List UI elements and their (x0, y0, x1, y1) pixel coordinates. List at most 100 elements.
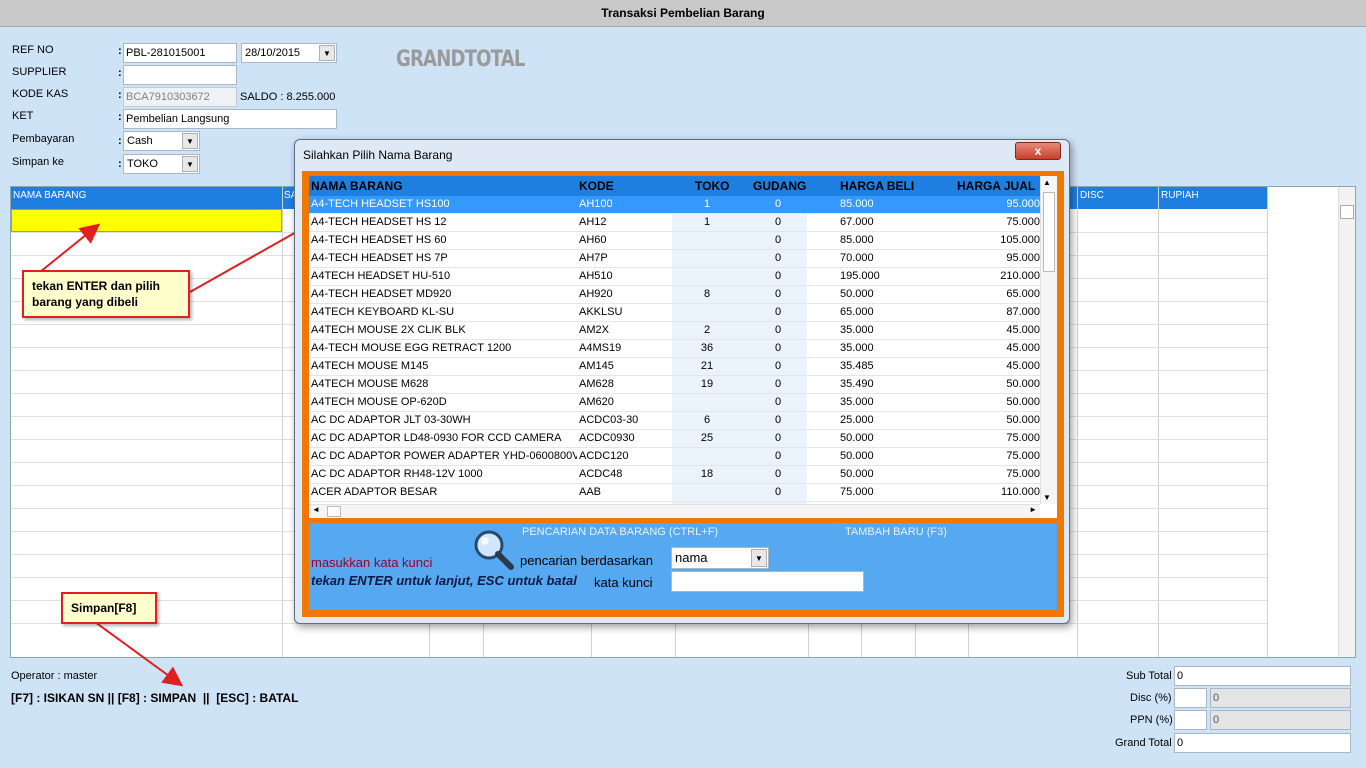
table-row[interactable]: AC DC ADAPTOR POWER ADAPTER YHD-0600800V… (309, 448, 1040, 466)
barang-table[interactable]: NAMA BARANG KODE TOKO GUDANG HARGA BELI … (309, 176, 1057, 518)
cell-nama: A4-TECH HEADSET HS 60 (311, 234, 447, 246)
cell-toko: 19 (700, 378, 714, 390)
operator-text: Operator : master (11, 670, 98, 682)
cell-gudang: 0 (774, 396, 782, 408)
cell-beli: 65.000 (840, 306, 874, 318)
table-row[interactable]: ACER ADAPTOR BESAR AAB 0 75.000 110.000 (309, 484, 1040, 502)
chevron-down-icon[interactable]: ▼ (751, 549, 767, 567)
cell-gudang: 0 (774, 234, 782, 246)
cell-kode: AAB (579, 486, 602, 498)
grand-total-field[interactable]: 0 (1174, 733, 1351, 753)
cell-jual: 50.000 (1006, 396, 1040, 408)
table-row[interactable]: A4TECH KEYBOARD KL-SU AKKLSU 0 65.000 87.000 (309, 304, 1040, 322)
table-vscroll[interactable]: ▲ ▼ (1040, 176, 1057, 504)
search-hint: masukkan kata kunci (311, 555, 433, 570)
cell-kode: AH60 (579, 234, 607, 246)
cell-kode: AH7P (579, 252, 608, 264)
cell-beli: 50.000 (840, 432, 874, 444)
cell-kode: AH100 (579, 198, 613, 210)
cell-gudang: 0 (774, 450, 782, 462)
cell-nama: A4TECH MOUSE OP-620D (311, 396, 447, 408)
cell-nama: A4TECH HEADSET HU-510 (311, 270, 451, 282)
search-by-label: pencarian berdasarkan (520, 553, 653, 568)
search-hint-2: tekan ENTER untuk lanjut, ESC untuk bata… (311, 573, 577, 588)
cell-nama: A4TECH MOUSE M628 (311, 378, 429, 390)
table-row[interactable]: A4-TECH HEADSET HS 7P AH7P 0 70.000 95.000 (309, 250, 1040, 268)
cell-jual: 110.000 (1001, 486, 1040, 498)
disc-pct-field[interactable] (1174, 688, 1207, 708)
table-row[interactable]: A4-TECH MOUSE EGG RETRACT 1200 A4MS19 36 0 3… (309, 340, 1040, 358)
cell-gudang: 0 (774, 468, 782, 480)
close-button[interactable]: x (1015, 142, 1061, 160)
table-row[interactable]: A4TECH MOUSE OP-620D AM620 0 35.000 50.000 (309, 394, 1040, 412)
cell-gudang: 0 (774, 486, 782, 498)
cell-jual: 45.000 (1006, 342, 1040, 354)
cell-gudang: 0 (774, 216, 782, 228)
cell-kode: AH12 (579, 216, 607, 228)
cell-nama: ACER ADAPTOR BESAR (311, 486, 438, 498)
cell-gudang: 0 (774, 360, 782, 372)
pilih-barang-dialog[interactable]: Silahkan Pilih Nama Barang x NAMA BARANG… (294, 139, 1070, 624)
cell-gudang: 0 (774, 306, 782, 318)
cell-toko: 6 (703, 414, 711, 426)
ppn-value-field: 0 (1210, 710, 1351, 730)
search-by-value: nama (675, 550, 708, 565)
cell-nama: A4-TECH MOUSE EGG RETRACT 1200 (311, 342, 512, 354)
cell-nama: A4-TECH HEADSET HS100 (311, 198, 450, 210)
cell-jual: 50.000 (1006, 414, 1040, 426)
table-row[interactable]: AC DC ADAPTOR JLT 03-30WH ACDC03-30 6 0 25.0… (309, 412, 1040, 430)
table-row[interactable]: A4-TECH HEADSET MD920 AH920 8 0 50.000 65.000 (309, 286, 1040, 304)
cell-nama: A4TECH MOUSE M145 (311, 360, 429, 372)
cell-beli: 195.000 (840, 270, 880, 282)
cell-kode: ACDC03-30 (579, 414, 639, 426)
cell-gudang: 0 (774, 198, 782, 210)
grand-total-label: Grand Total (1115, 737, 1172, 749)
cell-jual: 75.000 (1006, 432, 1040, 444)
cell-nama: AC DC ADAPTOR RH48-12V 1000 (311, 468, 483, 480)
search-by-select[interactable]: nama ▼ (671, 547, 769, 569)
table-header: NAMA BARANG KODE TOKO GUDANG HARGA BELI … (309, 176, 1040, 196)
cell-toko: 21 (700, 360, 714, 372)
table-row[interactable]: AC DC ADAPTOR LD48-0930 FOR CCD CAMERA AC… (309, 430, 1040, 448)
col-harga-beli: HARGA BELI (840, 179, 915, 193)
cell-kode: ACDC0930 (579, 432, 635, 444)
cell-beli: 35.490 (840, 378, 874, 390)
cell-gudang: 0 (774, 414, 782, 426)
cell-gudang: 0 (774, 270, 782, 282)
table-row[interactable]: AC DC ADAPTOR RH48-12V 1000 ACDC48 18 0 50.0… (309, 466, 1040, 484)
cell-kode: AM628 (579, 378, 614, 390)
cell-jual: 210.000 (1000, 270, 1040, 282)
cell-gudang: 0 (774, 432, 782, 444)
col-kode: KODE (579, 179, 614, 193)
table-row[interactable]: A4-TECH HEADSET HS 60 AH60 0 85.000 105.000 (309, 232, 1040, 250)
sub-total-field[interactable]: 0 (1174, 666, 1351, 686)
table-row[interactable]: A4TECH MOUSE M145 AM145 21 0 35.485 45.000 (309, 358, 1040, 376)
cell-kode: AM620 (579, 396, 614, 408)
tambah-baru-link[interactable]: TAMBAH BARU (F3) (845, 526, 947, 538)
cell-beli: 25.000 (840, 414, 874, 426)
cell-jual: 75.000 (1006, 216, 1040, 228)
cell-kode: AH920 (579, 288, 613, 300)
cell-beli: 35.000 (840, 396, 874, 408)
table-row[interactable]: A4TECH MOUSE 2X CLIK BLK AM2X 2 0 35.000 45.0… (309, 322, 1040, 340)
table-hscroll[interactable]: ◄ ► (309, 504, 1040, 518)
cell-kode: ACDC120 (579, 450, 629, 462)
cell-beli: 85.000 (840, 198, 874, 210)
cell-jual: 65.000 (1006, 288, 1040, 300)
cell-gudang: 0 (774, 324, 782, 336)
cell-kode: AKKLSU (579, 306, 623, 318)
table-row[interactable]: A4TECH MOUSE M628 AM628 19 0 35.490 50.000 (309, 376, 1040, 394)
table-row[interactable]: A4TECH HEADSET HU-510 AH510 0 195.000 210.00… (309, 268, 1040, 286)
shortcut-bar: [F7] : ISIKAN SN || [F8] : SIMPAN || [ES… (11, 691, 299, 705)
table-row[interactable]: A4-TECH HEADSET HS100 AH100 1 0 85.000 95.000 (309, 196, 1040, 214)
cell-toko: 36 (700, 342, 714, 354)
cell-nama: A4-TECH HEADSET MD920 (311, 288, 452, 300)
disc-value-field: 0 (1210, 688, 1351, 708)
kata-kunci-input[interactable] (671, 571, 864, 592)
table-row[interactable]: A4-TECH HEADSET HS 12 AH12 1 0 67.000 75.000 (309, 214, 1040, 232)
col-toko: TOKO (695, 179, 730, 193)
cell-toko: 8 (703, 288, 711, 300)
ppn-pct-field[interactable] (1174, 710, 1207, 730)
cell-jual: 105.000 (1000, 234, 1040, 246)
disc-label: Disc (%) (1130, 692, 1172, 704)
